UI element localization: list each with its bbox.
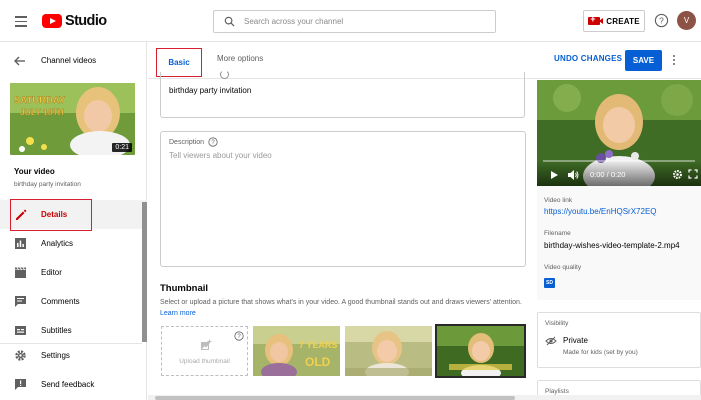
description-label: Description [169, 138, 205, 146]
thumbnail-description-text: Select or upload a picture that shows wh… [160, 299, 522, 306]
tab-more-options[interactable]: More options [217, 54, 263, 63]
thumbnail-description: Select or upload a picture that shows wh… [160, 297, 530, 319]
undo-changes-button[interactable]: UNDO CHANGES [554, 54, 622, 63]
create-label: CREATE [606, 16, 640, 26]
sidebar-scrollbar[interactable] [142, 202, 147, 342]
search-input[interactable] [244, 17, 484, 26]
top-bar: Studio CREATE ? V [0, 0, 701, 42]
upload-thumbnail-label: Upload thumbnail [179, 358, 230, 365]
visibility-label: Visibility [545, 320, 569, 327]
your-video-label: Your video [14, 167, 55, 176]
title-field[interactable]: birthday party invitation [160, 70, 525, 118]
create-video-icon [588, 14, 604, 25]
playlists-label: Playlists [545, 388, 569, 395]
thumbnail-option-image: 7 YEARS OLD [253, 326, 340, 376]
sidebar-item-label: Send feedback [41, 380, 95, 389]
svg-text:?: ? [237, 334, 241, 340]
description-label-row: Description ? [169, 137, 218, 147]
feedback-icon [15, 379, 26, 390]
thumbnail-option-2[interactable] [345, 326, 432, 376]
thumbnail-overlay-text-2: JULY 18TH [20, 107, 64, 117]
thumbnail-option-image [345, 326, 432, 376]
sidebar-item-label: Comments [41, 297, 80, 306]
studio-logo[interactable]: Studio [42, 12, 107, 30]
sidebar-item-comments[interactable]: Comments [0, 287, 147, 316]
search-icon[interactable] [224, 16, 235, 27]
sidebar-item-label: Analytics [41, 239, 74, 248]
details-highlight-box [10, 199, 92, 231]
back-label: Channel videos [41, 56, 97, 65]
learn-more-link[interactable]: Learn more [160, 310, 196, 317]
video-thumbnail[interactable]: SATURDAY JULY 18TH 0:21 [10, 83, 135, 155]
thumbnail-option-3-selected[interactable] [435, 324, 526, 378]
svg-text:?: ? [659, 16, 664, 26]
thumbnail-option-text-1: 7 YEARS [299, 340, 337, 350]
gear-icon[interactable] [672, 169, 683, 180]
sidebar-item-label: Editor [41, 268, 62, 277]
help-icon[interactable]: ? [654, 13, 669, 28]
back-arrow-icon [14, 56, 25, 65]
visibility-value: Private [563, 336, 588, 345]
fullscreen-icon[interactable] [688, 169, 698, 179]
editor-icon [15, 267, 26, 278]
subtitles-icon [15, 326, 26, 335]
save-button[interactable]: SAVE [625, 50, 662, 71]
video-title-sub: birthday party invitation [14, 181, 81, 188]
video-preview-card: 0:00 / 0:20 Video link https://youtu.be/… [537, 80, 701, 300]
sidebar-item-send-feedback[interactable]: Send feedback [0, 370, 147, 399]
logo-text: Studio [65, 13, 107, 29]
create-button[interactable]: CREATE [583, 10, 645, 32]
thumbnail-heading: Thumbnail [160, 283, 209, 294]
search-bar[interactable] [213, 10, 496, 33]
thumbnail-option-text-2: OLD [305, 355, 331, 369]
sidebar-item-label: Settings [41, 351, 70, 360]
filename-value: birthday-wishes-video-template-2.mp4 [544, 241, 680, 250]
upload-thumbnail-button[interactable]: ? Upload thumbnail [161, 326, 248, 376]
made-for-kids-note: Made for kids (set by you) [563, 349, 638, 356]
sd-quality-badge: SD [544, 278, 555, 288]
hamburger-menu-icon[interactable] [10, 11, 32, 31]
filename-label: Filename [544, 230, 571, 237]
sidebar-item-label: Subtitles [41, 326, 72, 335]
youtube-logo-icon [42, 14, 62, 28]
help-icon[interactable]: ? [234, 331, 244, 341]
video-duration: 0:21 [112, 143, 132, 152]
sidebar-item-editor[interactable]: Editor [0, 258, 147, 287]
description-field[interactable]: Description ? [160, 131, 526, 267]
left-sidebar: Channel videos SATURDAY JULY 18TH 0:21 Y… [0, 42, 147, 400]
scrollbar-thumb[interactable] [155, 396, 515, 400]
avatar[interactable]: V [677, 11, 696, 30]
volume-icon[interactable] [567, 169, 579, 181]
thumbnail-overlay-text-1: SATURDAY [14, 95, 66, 106]
thumbnail-option-1[interactable]: 7 YEARS OLD [253, 326, 340, 376]
play-icon[interactable] [549, 170, 559, 180]
sidebar-item-analytics[interactable]: Analytics [0, 229, 147, 258]
help-icon[interactable]: ? [208, 137, 218, 147]
back-to-channel-videos[interactable]: Channel videos [0, 42, 147, 79]
description-input[interactable] [169, 151, 517, 261]
thumbnail-option-image [437, 326, 524, 376]
gear-icon [15, 350, 26, 361]
title-value[interactable]: birthday party invitation [169, 86, 251, 95]
progress-bar[interactable] [543, 160, 695, 162]
private-eye-off-icon [545, 336, 557, 346]
video-link-label: Video link [544, 197, 573, 204]
video-quality-label: Video quality [544, 264, 582, 271]
comments-icon [15, 296, 26, 307]
title-help-icon[interactable] [220, 70, 229, 79]
svg-text:?: ? [211, 140, 215, 146]
add-photo-icon [201, 339, 212, 350]
sidebar-item-settings[interactable]: Settings [0, 341, 147, 370]
more-options-icon[interactable] [669, 53, 679, 68]
video-time: 0:00 / 0:20 [590, 170, 626, 179]
visibility-selector[interactable]: Visibility Private Made for kids (set by… [537, 312, 701, 368]
analytics-icon [15, 238, 26, 249]
video-link[interactable]: https://youtu.be/EnHQSrX72EQ [544, 207, 657, 216]
